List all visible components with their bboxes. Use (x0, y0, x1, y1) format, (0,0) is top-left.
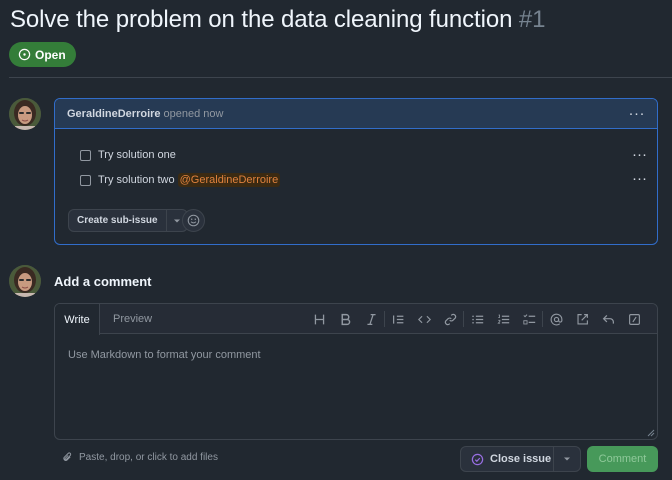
task-text-2: Try solution two (98, 174, 175, 186)
attach-files-area[interactable]: Paste, drop, or click to add files (62, 452, 218, 463)
reply-icon[interactable] (595, 306, 621, 332)
comment-submit-button[interactable]: Comment (587, 446, 658, 472)
issue-title-text: Solve the problem on the data cleaning f… (10, 6, 513, 33)
issue-number: #1 (518, 6, 546, 33)
attach-files-text: Paste, drop, or click to add files (79, 452, 218, 463)
quote-icon[interactable] (385, 306, 411, 332)
comment-timestamp: opened now (163, 107, 224, 120)
slash-command-icon[interactable] (621, 306, 647, 332)
smiley-icon (187, 214, 200, 227)
user-mention-link[interactable]: @GeraldineDerroire (177, 173, 281, 187)
task-item-2: Try solution two @GeraldineDerroire (80, 173, 281, 187)
task-item-1: Try solution one (80, 149, 176, 161)
tab-write[interactable]: Write (55, 304, 100, 335)
comment-textarea[interactable]: Use Markdown to format your comment (68, 349, 261, 361)
task-checkbox-2[interactable] (80, 174, 91, 186)
create-sub-issue-group: Create sub-issue (68, 209, 188, 232)
bold-icon[interactable] (332, 306, 358, 332)
task-list-icon[interactable] (516, 306, 542, 332)
task-checkbox-1[interactable] (80, 149, 91, 161)
task-2-options-icon[interactable]: ··· (632, 171, 647, 186)
header-divider (9, 77, 672, 78)
close-issue-label: Close issue (490, 453, 552, 465)
ordered-list-icon[interactable] (490, 306, 516, 332)
add-comment-heading: Add a comment (54, 274, 152, 289)
issue-opened-icon (18, 48, 31, 61)
heading-icon[interactable] (306, 306, 332, 332)
comment-options-icon[interactable]: ··· (629, 106, 646, 121)
italic-icon[interactable] (358, 306, 384, 332)
comment-author-link[interactable]: GeraldineDerroire (67, 108, 161, 120)
add-reaction-button[interactable] (182, 209, 205, 232)
current-user-avatar[interactable] (9, 265, 41, 297)
close-issue-button[interactable]: Close issue (461, 447, 554, 471)
task-1-options-icon[interactable]: ··· (632, 147, 647, 162)
status-badge: Open (9, 42, 76, 67)
reference-icon[interactable] (569, 306, 595, 332)
code-icon[interactable] (411, 306, 437, 332)
status-label: Open (35, 47, 66, 62)
chevron-down-icon (564, 457, 570, 461)
issue-closed-icon (471, 453, 484, 465)
comment-header: GeraldineDerroire opened now ··· (55, 99, 657, 129)
avatar-portrait-icon (9, 265, 41, 297)
avatar[interactable] (9, 98, 41, 130)
close-issue-dropdown-button[interactable] (554, 447, 580, 471)
close-issue-group: Close issue (460, 446, 581, 472)
create-sub-issue-button[interactable]: Create sub-issue (69, 210, 167, 231)
task-text-1: Try solution one (98, 149, 176, 161)
resize-handle-icon[interactable] (647, 429, 655, 437)
issue-title: Solve the problem on the data cleaning f… (10, 6, 545, 34)
comment-editor: Write Preview Use Markdown to format you… (54, 303, 658, 440)
issue-comment: GeraldineDerroire opened now ··· Try sol… (54, 98, 658, 245)
paperclip-icon (63, 452, 72, 461)
tab-preview[interactable]: Preview (113, 304, 152, 334)
mention-icon[interactable] (543, 306, 569, 332)
avatar-portrait-icon (9, 98, 41, 130)
editor-toolbar: Write Preview (55, 304, 657, 335)
chevron-down-icon (173, 219, 180, 222)
link-icon[interactable] (437, 306, 463, 332)
unordered-list-icon[interactable] (464, 306, 490, 332)
